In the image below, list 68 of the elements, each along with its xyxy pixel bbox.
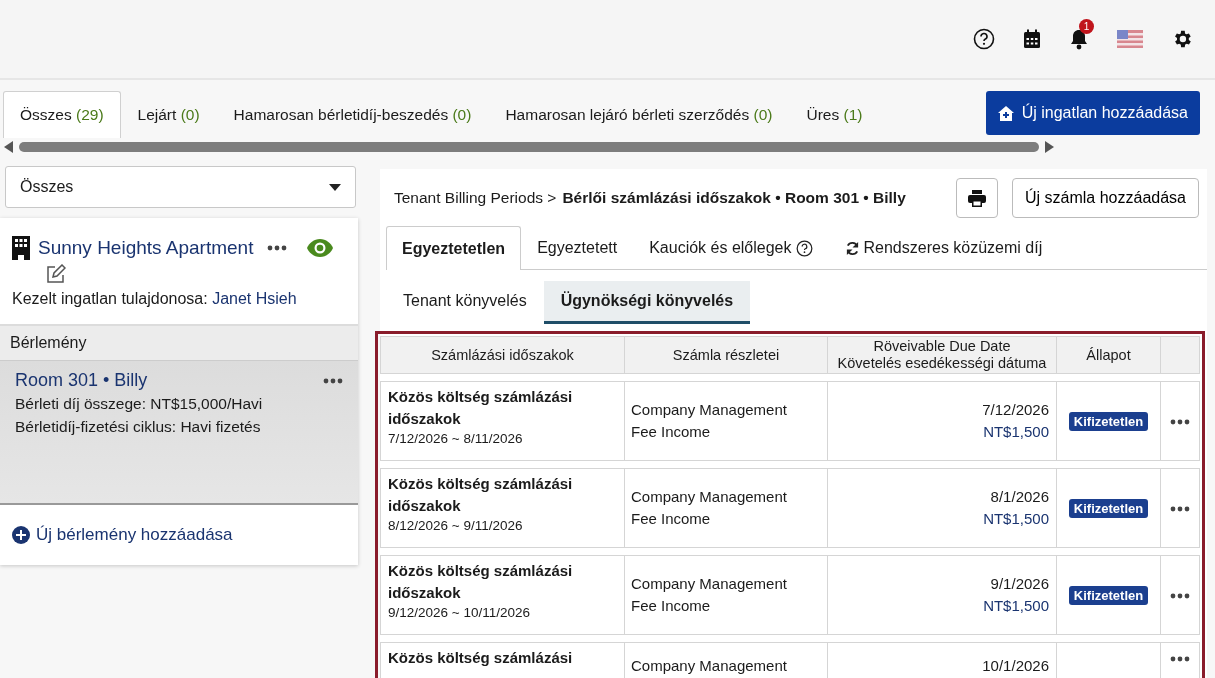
column-header: Röveivable Due Date Követelés esedékességi dátuma [828, 336, 1057, 374]
breadcrumb-link[interactable]: Tenant Billing Periods > [394, 189, 557, 207]
view-tab[interactable]: Rendszeres közüzemi díj [828, 226, 1059, 269]
bell-icon[interactable] [1069, 28, 1089, 50]
unit-title[interactable]: Room 301 • Billy [15, 369, 148, 392]
filter-tab[interactable]: Hamarosan bérletidíj-beszedés (0) [216, 91, 489, 138]
table-cell: Company Management [625, 642, 828, 678]
table-cell: Közös költség számlázási [380, 642, 625, 678]
scrollbar-thumb[interactable] [19, 142, 1039, 152]
help-icon[interactable] [973, 28, 995, 50]
scroll-left-icon[interactable] [4, 141, 13, 153]
more-icon[interactable] [1170, 506, 1190, 513]
scroll-right-icon[interactable] [1045, 141, 1054, 153]
more-icon[interactable] [267, 245, 288, 251]
column-header: Számla részletei [625, 336, 828, 374]
table-cell: Közös költség számlázási időszakok 8/12/2026 ~ 9/11/2026 [380, 468, 625, 548]
printer-icon [968, 189, 987, 207]
table-cell: Közös költség számlázási időszakok 7/12/2026 ~ 8/11/2026 [380, 381, 625, 461]
more-icon[interactable] [1170, 656, 1190, 663]
column-header: Állapot [1057, 336, 1161, 374]
eye-icon[interactable] [307, 239, 334, 257]
view-tab[interactable]: Egyeztetett [521, 226, 634, 269]
caret-icon [329, 183, 341, 191]
table-cell: 9/1/2026 NT$1,500 [828, 555, 1057, 635]
table-cell: 7/12/2026 NT$1,500 [828, 381, 1057, 461]
table-cell: Company Management Fee Income [625, 555, 828, 635]
ledger-tab[interactable]: Tenant könyvelés [386, 281, 544, 324]
view-tab[interactable]: Egyeztetetlen [386, 226, 522, 270]
property-name[interactable]: Sunny Heights Apartment [38, 237, 254, 259]
table-cell: Company Management Fee Income [625, 468, 828, 548]
rent-amount: Bérleti díj összege: NT$15,000/Havi [15, 394, 264, 414]
flag-icon[interactable] [1117, 30, 1143, 48]
owner-link[interactable]: Janet Hsieh [212, 290, 297, 307]
filter-dropdown[interactable]: Összes [5, 166, 356, 208]
more-icon[interactable] [1170, 593, 1190, 600]
table-cell: 8/1/2026 NT$1,500 [828, 468, 1057, 548]
payment-cycle: Bérletidíj-fizetési ciklus: Havi fizetés [15, 417, 262, 437]
section-header: Bérlemény [0, 324, 358, 360]
view-tab[interactable]: Kauciók és előlegek [633, 226, 829, 269]
edit-icon[interactable] [46, 264, 66, 284]
building-icon [12, 236, 30, 260]
add-unit-link[interactable]: Új bérlemény hozzáadása [36, 525, 233, 545]
new-invoice-button[interactable]: Új számla hozzáadása [1012, 178, 1199, 218]
status-badge: Kifizetetlen [1068, 411, 1149, 431]
refresh-icon[interactable] [844, 240, 860, 256]
table-cell: Közös költség számlázási időszakok 9/12/2026 ~ 10/11/2026 [380, 555, 625, 635]
more-icon[interactable] [1170, 419, 1190, 426]
column-header: Számlázási időszakok [380, 336, 625, 374]
ledger-tab[interactable]: Ügynökségi könyvelés [543, 281, 751, 324]
table-cell: 10/1/2026 [828, 642, 1057, 678]
house-icon [997, 105, 1014, 121]
more-icon[interactable] [323, 377, 343, 384]
filter-tab[interactable]: Hamarosan lejáró bérleti szerződés (0) [488, 91, 790, 138]
print-button[interactable] [956, 178, 999, 218]
table-cell: Company Management Fee Income [625, 381, 828, 461]
calendar-icon[interactable] [1023, 29, 1041, 49]
help-icon[interactable] [795, 239, 813, 257]
unit-card[interactable]: Room 301 • Billy Bérleti díj összege: NT$15,000/Havi Bérletidíj-fizetési ciklus: Havi fizetés [0, 360, 358, 505]
filter-tab[interactable]: Összes (29) [3, 91, 121, 138]
status-badge: Kifizetetlen [1068, 498, 1149, 518]
filter-tab[interactable]: Lejárt (0) [120, 91, 217, 138]
status-badge: Kifizetetlen [1068, 585, 1149, 605]
notification-badge: 1 [1079, 19, 1094, 34]
add-property-button[interactable]: Új ingatlan hozzáadása [985, 91, 1200, 135]
add-icon[interactable] [12, 526, 30, 544]
filter-tab[interactable]: Üres (1) [789, 91, 880, 138]
breadcrumb-current: Bérlői számlázási időszakok • Room 301 • Billy [562, 189, 906, 207]
owner-line: Kezelt ingatlan tulajdonosa: Janet Hsieh [12, 290, 298, 308]
